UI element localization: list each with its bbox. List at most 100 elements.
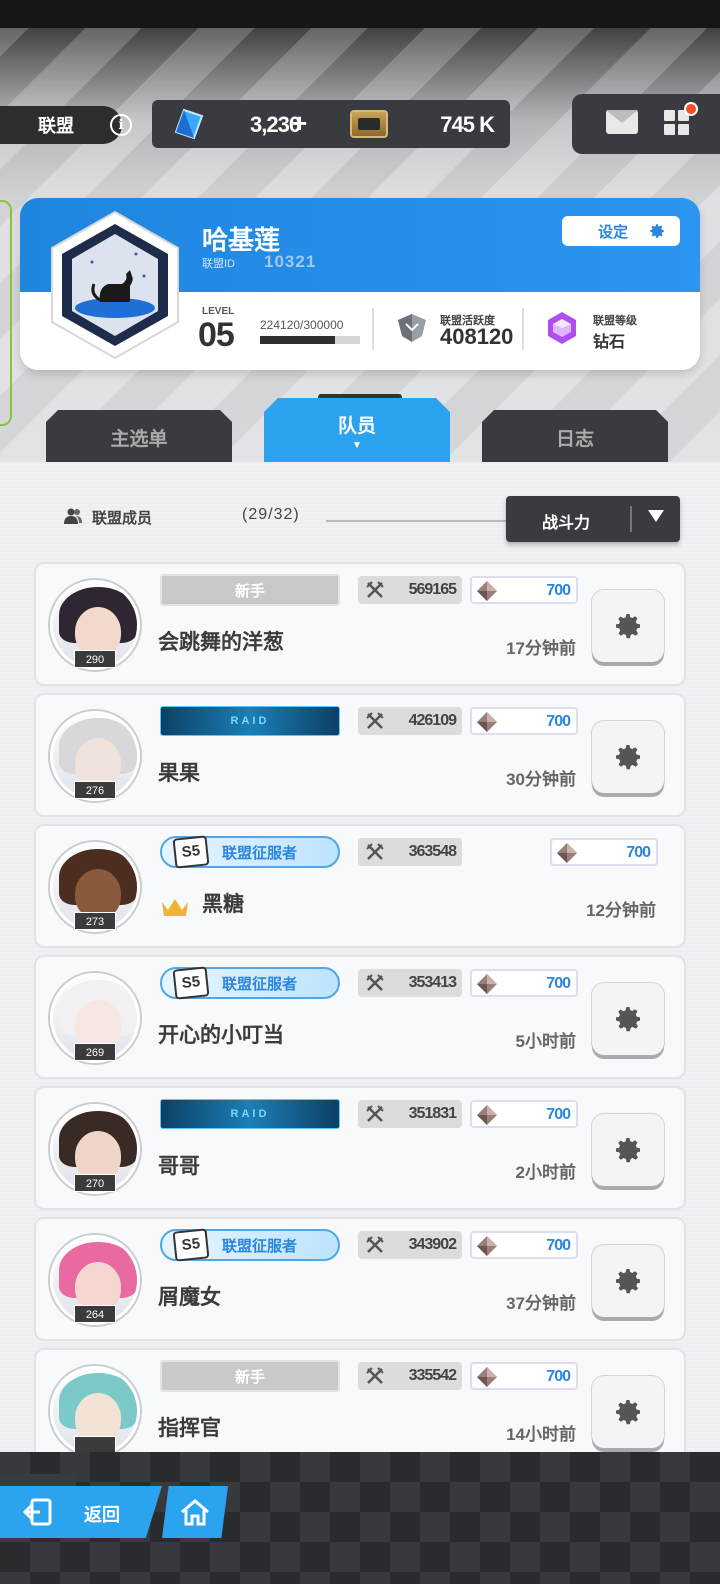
tab-main-menu[interactable]: 主选单 — [46, 410, 232, 464]
crossed-swords-icon — [366, 1105, 384, 1122]
diamond-icon — [477, 1236, 497, 1256]
alliance-title: 联盟 — [0, 106, 122, 144]
raid-badge: RAID — [160, 706, 340, 736]
member-name: 开心的小叮当 — [158, 1024, 284, 1047]
rank-badge-label: 新手 — [234, 582, 265, 600]
member-row[interactable]: 270 RAID 351831 700 哥哥 2小时前 — [34, 1086, 686, 1210]
tab-label: 日志 — [555, 428, 594, 450]
exp-text: 224120/300000 — [260, 318, 344, 332]
diamond-icon — [477, 581, 497, 601]
conqueror-badge: S5 联盟征服者 — [160, 1228, 340, 1262]
divider — [326, 520, 506, 522]
conqueror-badge: S5 联盟征服者 — [160, 966, 340, 1000]
player-level-badge: 290 — [74, 650, 116, 668]
conqueror-badge-label: 联盟征服者 — [222, 1237, 298, 1255]
combat-power-value: 343902 — [408, 1236, 457, 1253]
contribution-box: 700 — [550, 838, 658, 866]
back-button[interactable]: 返回 — [0, 1486, 162, 1538]
last-online: 17分钟前 — [506, 639, 576, 658]
member-settings-button[interactable] — [592, 983, 664, 1055]
rank-badge: 新手 — [160, 574, 340, 606]
member-name: 会跳舞的洋葱 — [158, 631, 284, 654]
combat-power: 569165 — [358, 576, 462, 604]
crown-icon — [162, 899, 188, 916]
raid-badge-label: RAID — [230, 715, 270, 727]
conqueror-badge-label: 联盟征服者 — [222, 975, 298, 993]
combat-power: 353413 — [358, 969, 462, 997]
tab-label: 队员 — [337, 416, 376, 437]
home-button[interactable] — [162, 1486, 228, 1538]
diamond-grade-icon — [548, 312, 576, 344]
member-settings-button[interactable] — [592, 1114, 664, 1186]
member-row[interactable]: 276 RAID 426109 700 果果 30分钟前 — [34, 693, 686, 817]
tab-members[interactable]: 队员 ▼ — [264, 398, 450, 464]
member-name: 黑糖 — [202, 893, 244, 916]
contribution-value: 700 — [546, 975, 571, 992]
divider — [372, 308, 374, 350]
conqueror-badge-label: 联盟征服者 — [222, 844, 298, 862]
alliance-settings-button[interactable]: 设定 — [562, 216, 680, 246]
grade-value: 钻石 — [593, 334, 626, 351]
contribution-value: 700 — [626, 844, 651, 861]
crossed-swords-icon — [366, 1367, 384, 1384]
home-icon — [181, 1499, 209, 1526]
gear-icon — [616, 614, 640, 639]
member-row[interactable]: 264 S5 联盟征服者 343902 700 屑魔女 37分钟前 — [34, 1217, 686, 1341]
contribution-box: 700 — [470, 969, 578, 997]
tab-log[interactable]: 日志 — [482, 410, 668, 464]
tab-label: 主选单 — [110, 428, 168, 450]
mail-icon[interactable] — [606, 110, 638, 134]
season-tag: S5 — [172, 1228, 210, 1262]
diamond-icon — [477, 974, 497, 994]
diamond-icon — [477, 1367, 497, 1387]
diamond-icon — [477, 712, 497, 732]
member-settings-button[interactable] — [592, 1376, 664, 1448]
member-row[interactable]: 273 S5 联盟征服者 363548 700 黑糖 12分钟前 — [34, 824, 686, 948]
dropdown-arrow-icon — [648, 510, 664, 522]
divider — [630, 506, 632, 532]
sort-dropdown[interactable]: 战斗力 — [506, 496, 680, 542]
diamond-icon — [557, 843, 577, 863]
last-online: 37分钟前 — [506, 1294, 576, 1313]
credit-count: 745 K — [440, 112, 495, 137]
member-name: 哥哥 — [158, 1155, 200, 1178]
exp-progress-fill — [260, 336, 335, 344]
gear-icon — [616, 745, 640, 770]
divider — [522, 308, 524, 350]
last-online: 12分钟前 — [586, 901, 656, 920]
last-online: 5小时前 — [515, 1032, 576, 1051]
combat-power: 351831 — [358, 1100, 462, 1128]
bottom-decoration — [0, 1474, 76, 1488]
member-name: 屑魔女 — [158, 1286, 221, 1309]
member-settings-button[interactable] — [592, 721, 664, 793]
gear-icon — [616, 1007, 640, 1032]
info-icon[interactable]: i — [110, 114, 132, 136]
player-level-badge: 276 — [74, 781, 116, 799]
member-name: 果果 — [158, 762, 200, 785]
activity-shield-icon — [398, 314, 426, 342]
player-level-badge: 270 — [74, 1174, 116, 1192]
rank-badge-label: 新手 — [234, 1368, 265, 1386]
gear-icon — [650, 224, 664, 238]
combat-power-value: 363548 — [408, 843, 457, 860]
members-count: (29/32) — [242, 506, 300, 523]
member-row[interactable]: 269 S5 联盟征服者 353413 700 开心的小叮当 5小时前 — [34, 955, 686, 1079]
crossed-swords-icon — [366, 843, 384, 860]
combat-power: 363548 — [358, 838, 462, 866]
season-tag: S5 — [172, 835, 210, 869]
exp-progress-bar — [260, 336, 360, 344]
add-gems-button[interactable]: + — [292, 108, 307, 139]
combat-power-value: 426109 — [408, 712, 457, 729]
contribution-box: 700 — [470, 1100, 578, 1128]
combat-power-value: 353413 — [408, 974, 457, 991]
combat-power-value: 569165 — [408, 581, 457, 598]
member-settings-button[interactable] — [592, 1245, 664, 1317]
member-row[interactable]: 290 新手 569165 700 会跳舞的洋葱 17分钟前 — [34, 562, 686, 686]
sort-selected-value: 战斗力 — [542, 515, 591, 532]
gear-icon — [616, 1400, 640, 1425]
conqueror-badge: S5 联盟征服者 — [160, 835, 340, 869]
season-tag: S5 — [172, 966, 210, 1000]
alliance-id: 10321 — [264, 252, 317, 271]
members-icon — [64, 508, 82, 524]
member-settings-button[interactable] — [592, 590, 664, 662]
